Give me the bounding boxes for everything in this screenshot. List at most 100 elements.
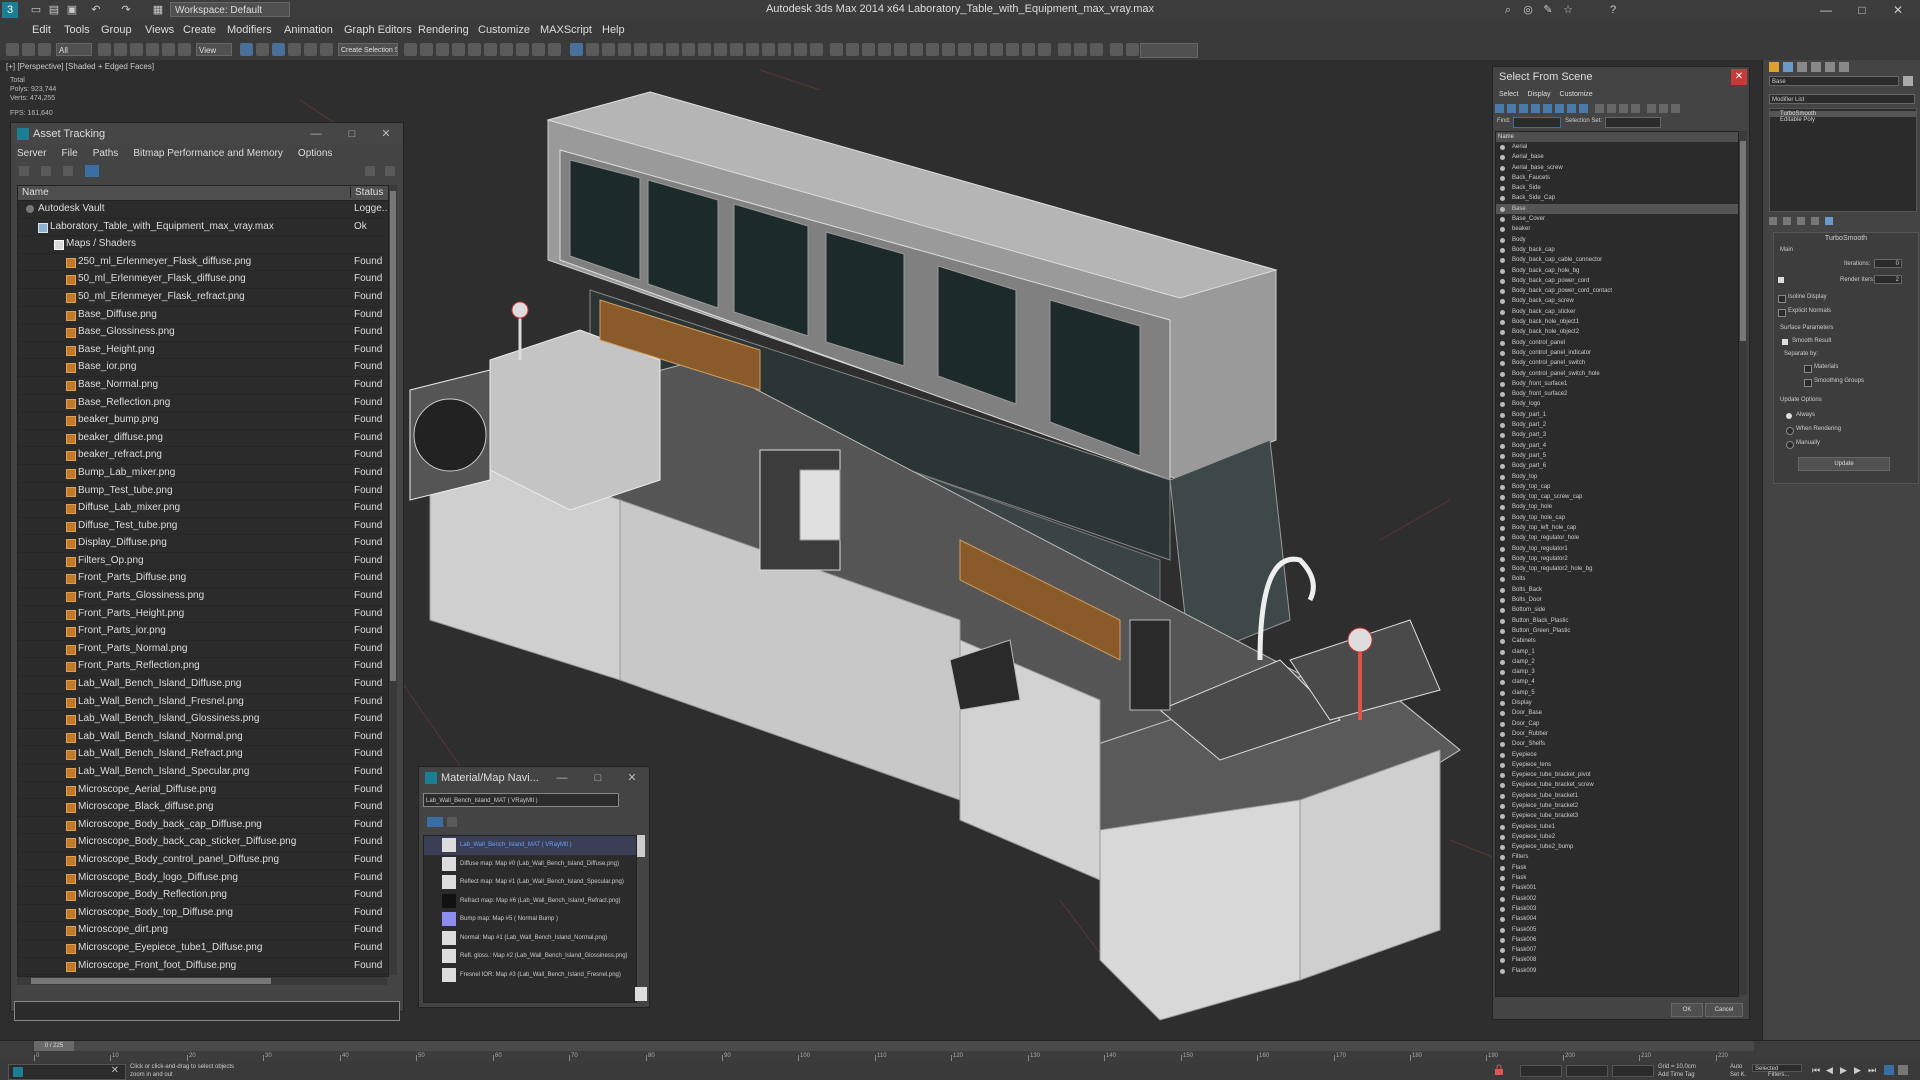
asset-row[interactable]: Lab_Wall_Bench_Island_Specular.png Found xyxy=(18,764,388,782)
modify-tab-icon[interactable] xyxy=(1783,62,1793,72)
always-radio[interactable] xyxy=(1786,413,1792,419)
scene-object-row[interactable]: Body_top_cap_screw_cap xyxy=(1496,492,1738,502)
auto-key-button[interactable]: Auto xyxy=(1730,1064,1742,1070)
scene-object-row[interactable]: Body_part_2 xyxy=(1496,420,1738,430)
asset-row[interactable]: Microscope_Aerial_Diffuse.png Found xyxy=(18,782,388,800)
asset-list-vscroll[interactable] xyxy=(389,185,397,975)
scene-object-row[interactable]: Eyepiece_tube2 xyxy=(1496,832,1738,842)
iterations-spinner[interactable]: 0 xyxy=(1874,259,1902,268)
scene-object-row[interactable]: Cabinets xyxy=(1496,636,1738,646)
object-name-field[interactable]: Base xyxy=(1769,76,1899,86)
minimize-icon[interactable]: — xyxy=(303,123,329,145)
track-view-icon[interactable] xyxy=(910,43,923,56)
coord-x-field[interactable] xyxy=(1520,1065,1562,1077)
mirror-icon[interactable] xyxy=(404,43,417,56)
asset-row[interactable]: beaker_diffuse.png Found xyxy=(18,430,388,448)
material-editor-icon[interactable] xyxy=(500,43,513,56)
maximize-icon[interactable]: □ xyxy=(339,123,365,145)
container-icon[interactable] xyxy=(862,43,875,56)
snaps-toggle-icon[interactable] xyxy=(1110,43,1123,56)
menu-views[interactable]: Views xyxy=(145,24,174,36)
asset-row[interactable]: Microscope_Body_top_Diffuse.png Found xyxy=(18,905,388,923)
scene-object-row[interactable]: Body_back_cap_power_cord xyxy=(1496,276,1738,286)
scene-object-row[interactable]: Body_top_left_hole_cap xyxy=(1496,523,1738,533)
column-name-header[interactable]: Name xyxy=(1496,132,1738,142)
scene-object-row[interactable]: Body_part_5 xyxy=(1496,451,1738,461)
scene-object-list[interactable]: Name Aerial Aerial_base Aerial_base_screw B… xyxy=(1495,131,1739,997)
asset-list-hscroll[interactable] xyxy=(17,977,387,985)
key-filters-button[interactable]: Filters... xyxy=(1768,1072,1789,1078)
scene-object-row[interactable]: Body_part_3 xyxy=(1496,430,1738,440)
scene-object-row[interactable]: Aerial_base xyxy=(1496,152,1738,162)
select-all-icon[interactable] xyxy=(1647,104,1656,113)
display-helpers-icon[interactable] xyxy=(1543,104,1552,113)
asset-row[interactable]: beaker_bump.png Found xyxy=(18,412,388,430)
scene-object-row[interactable]: Eyepiece xyxy=(1496,750,1738,760)
object-paint-icon[interactable] xyxy=(894,43,907,56)
asset-row[interactable]: Lab_Wall_Bench_Island_Refract.png Found xyxy=(18,746,388,764)
close-icon[interactable]: ✕ xyxy=(373,123,399,145)
view-table-icon[interactable] xyxy=(63,166,73,176)
make-unique-icon[interactable] xyxy=(1797,217,1805,225)
scene-object-row[interactable]: Back_Side xyxy=(1496,183,1738,193)
asset-row[interactable]: Microscope_Black_diffuse.png Found xyxy=(18,799,388,817)
add-time-tag[interactable]: Add Time Tag xyxy=(1658,1072,1695,1078)
scene-object-row[interactable]: Door_Cap xyxy=(1496,719,1738,729)
material-tree-scroll-thumb[interactable] xyxy=(637,835,645,857)
vray-sphere-icon[interactable] xyxy=(666,43,679,56)
lock-selection-icon[interactable] xyxy=(1492,1064,1506,1076)
asset-path-field[interactable] xyxy=(14,1001,400,1021)
find-input[interactable] xyxy=(1513,117,1561,128)
display-geometry-icon[interactable] xyxy=(1495,104,1504,113)
display-shapes-icon[interactable] xyxy=(1507,104,1516,113)
vray-edges-icon[interactable] xyxy=(794,43,807,56)
binoculars-icon[interactable]: ◎ xyxy=(1520,2,1536,18)
render-iters-checkbox[interactable] xyxy=(1778,277,1784,283)
display-bones-icon[interactable] xyxy=(1595,104,1604,113)
material-tree-item[interactable]: Normal: Map #1 (Lab_Wall_Bench_Island_No… xyxy=(424,929,636,948)
spinner-snap-icon[interactable] xyxy=(304,43,317,56)
asset-row[interactable]: Microscope_Eyepiece_tube1_Diffuse.png Fou… xyxy=(18,940,388,958)
rotate-icon[interactable] xyxy=(162,43,175,56)
asset-row[interactable]: 50_ml_Erlenmeyer_Flask_refract.png Found xyxy=(18,289,388,307)
time-slider-track[interactable]: 0 / 225 xyxy=(34,1041,1754,1051)
vray-ies-icon[interactable] xyxy=(714,43,727,56)
scene-object-row[interactable]: Body_top_regulator2_hole_bg xyxy=(1496,564,1738,574)
object-color-swatch[interactable] xyxy=(1903,76,1913,86)
close-icon[interactable]: ✕ xyxy=(111,1065,119,1076)
measure-icon[interactable] xyxy=(1038,43,1051,56)
orbit-icon[interactable] xyxy=(1898,1065,1908,1075)
scene-object-row[interactable]: Back_Faucets xyxy=(1496,173,1738,183)
remove-modifier-icon[interactable] xyxy=(1811,217,1819,225)
scene-explorer-icon[interactable] xyxy=(878,43,891,56)
maximize-icon[interactable]: □ xyxy=(585,767,611,789)
display-tab-icon[interactable] xyxy=(1825,62,1835,72)
asset-row[interactable]: Microscope_Body_Reflection.png Found xyxy=(18,887,388,905)
viewport-layout-icon[interactable] xyxy=(1058,43,1071,56)
asset-row[interactable]: Base_Diffuse.png Found xyxy=(18,307,388,325)
display-lights-icon[interactable] xyxy=(1519,104,1528,113)
menu-file[interactable]: File xyxy=(62,145,78,163)
graphite-icon[interactable] xyxy=(452,43,465,56)
asset-row[interactable]: Microscope_Body_control_panel_Diffuse.pn… xyxy=(18,852,388,870)
material-tree-item[interactable]: Lab_Wall_Bench_Island_MAT ( VRayMtl ) xyxy=(424,836,636,855)
render-frame-icon[interactable] xyxy=(532,43,545,56)
scene-object-row[interactable]: Eyepiece_tube_bracket_pivot xyxy=(1496,770,1738,780)
bind-spacewarp-icon[interactable] xyxy=(38,43,51,56)
scene-object-row[interactable]: Back_Side_Cap xyxy=(1496,193,1738,203)
materials-checkbox[interactable] xyxy=(1804,365,1812,373)
ref-coord-dropdown[interactable]: View xyxy=(196,43,232,56)
render-icon[interactable] xyxy=(548,43,561,56)
rect-selection-icon[interactable] xyxy=(130,43,143,56)
asset-row[interactable]: Base_ior.png Found xyxy=(18,359,388,377)
scene-object-row[interactable]: Body_back_cap_cable_connector xyxy=(1496,255,1738,265)
asset-row[interactable]: Bump_Test_tube.png Found xyxy=(18,483,388,501)
select-none-icon[interactable] xyxy=(1659,104,1668,113)
asset-row[interactable]: Microscope_dirt.png Found xyxy=(18,922,388,940)
scene-object-row[interactable]: Button_Green_Plastic xyxy=(1496,626,1738,636)
configure-sets-icon[interactable] xyxy=(1825,217,1833,225)
asset-row[interactable]: Base_Glossiness.png Found xyxy=(18,324,388,342)
scene-object-row[interactable]: Aerial xyxy=(1496,142,1738,152)
asset-row[interactable]: Diffuse_Lab_mixer.png Found xyxy=(18,500,388,518)
scene-object-row[interactable]: Body_control_panel_indicator xyxy=(1496,348,1738,358)
